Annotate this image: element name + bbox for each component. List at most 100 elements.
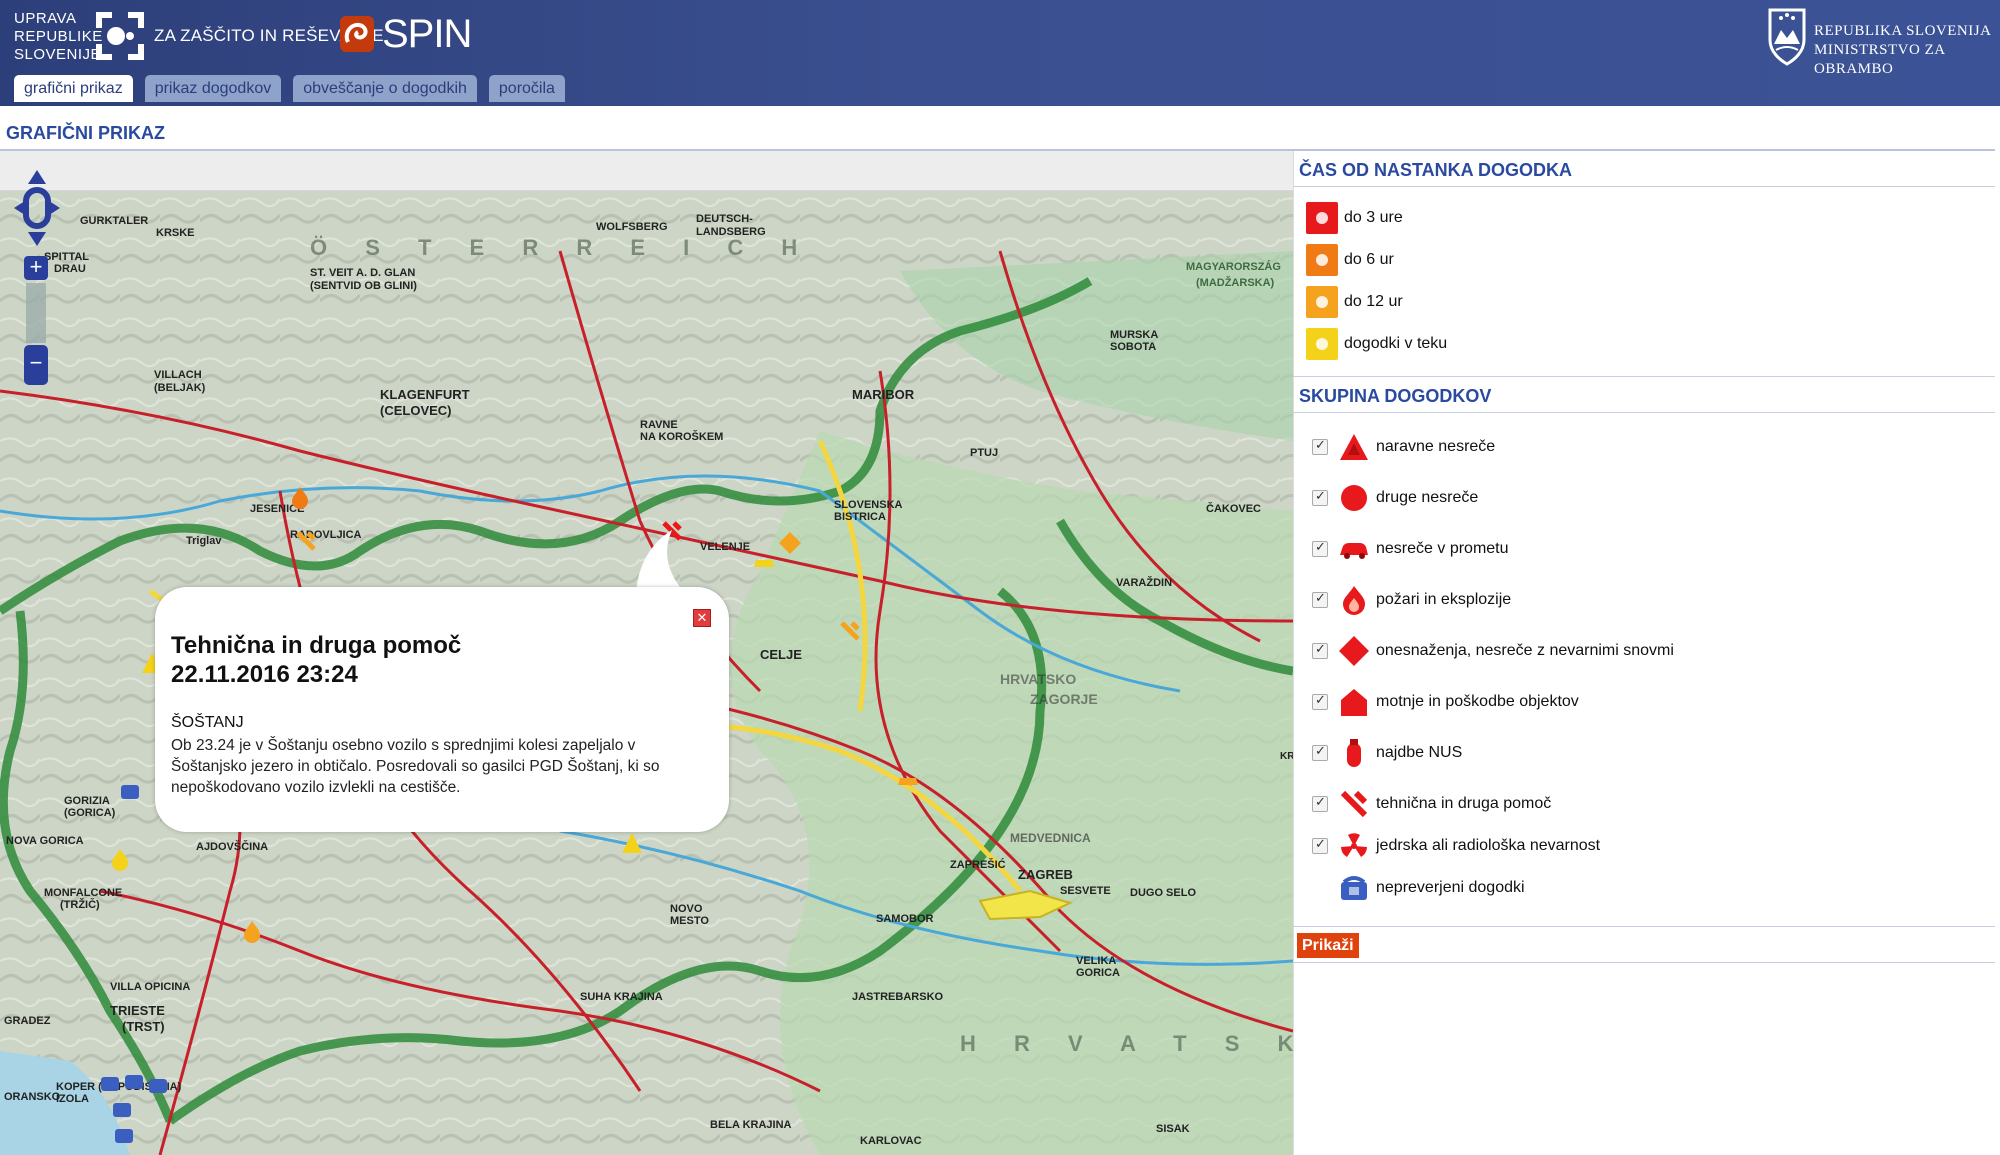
group-row-building: motnje in poškodbe objektov <box>1312 685 1579 719</box>
group-checkbox[interactable] <box>1312 437 1328 455</box>
map-label-deutsch: DEUTSCH- <box>696 213 753 225</box>
tab-events-list[interactable]: prikaz dogodkov <box>144 75 282 102</box>
map-label-sobota: SOBOTA <box>1110 341 1157 353</box>
group-checkbox[interactable] <box>1312 794 1328 812</box>
map-label-grado: GRADEZ <box>4 1015 51 1027</box>
natural-disaster-icon <box>1340 434 1368 460</box>
map-label-trst: (TRST) <box>122 1019 165 1034</box>
technical-aid-marker-icon[interactable] <box>838 619 862 643</box>
popup-tail <box>636 530 684 592</box>
map-label-samobor: SAMOBOR <box>876 913 934 925</box>
slovenia-coat-of-arms-icon <box>1768 8 1806 66</box>
time-legend-title: ČAS OD NASTANKA DOGODKA <box>1299 160 1572 180</box>
technical-aid-marker-icon[interactable] <box>294 529 318 553</box>
hazmat-marker-icon[interactable] <box>778 531 802 555</box>
traffic-accident-marker-icon[interactable] <box>896 769 920 793</box>
group-checkbox[interactable] <box>1312 692 1328 710</box>
map-label-gorica: (GORICA) <box>64 807 116 819</box>
map-label-klagenfurt: KLAGENFURT <box>380 387 470 402</box>
hazmat-icon <box>1339 636 1369 666</box>
time-legend-label: do 12 ur <box>1344 293 1403 310</box>
group-checkbox[interactable] <box>1312 743 1328 761</box>
group-label: najdbe NUS <box>1376 744 1463 761</box>
tab-graphic-view[interactable]: grafični prikaz <box>14 75 133 102</box>
agency-line-2: REPUBLIKE <box>14 28 103 45</box>
map-label-sisak: SISAK <box>1156 1123 1190 1135</box>
map-label-monfalcone: MONFALCONE <box>44 887 123 899</box>
time-legend-divider <box>1293 186 1995 187</box>
group-checkbox[interactable] <box>1312 590 1328 608</box>
app-name: SPIN <box>382 12 472 56</box>
group-checkbox[interactable] <box>1312 836 1328 854</box>
map-label-varazdin: VARAŽDIN <box>1116 577 1173 589</box>
group-row-technical: tehnična in druga pomoč <box>1312 787 1551 821</box>
zoom-out-button[interactable]: − <box>24 345 48 385</box>
tab-notifications[interactable]: obveščanje o dogodkih <box>293 75 477 102</box>
group-checkbox[interactable] <box>1312 488 1328 506</box>
group-label: nepreverjeni dogodki <box>1376 879 1525 896</box>
building-damage-icon <box>1341 689 1367 716</box>
ministry-line-2: MINISTRSTVO ZA OBRAMBO <box>1814 42 1945 77</box>
map-label-izola: IZOLA <box>56 1093 89 1105</box>
popup-place: ŠOŠTANJ <box>171 714 244 731</box>
map-label-zagorje: ZAGORJE <box>1030 691 1098 707</box>
show-button[interactable]: Prikaži <box>1297 933 1359 958</box>
fire-marker-icon[interactable] <box>240 919 264 943</box>
unverified-event-marker-icon[interactable] <box>122 1069 146 1093</box>
group-row-fire: požari in eksplozije <box>1312 583 1511 617</box>
group-label: druge nesreče <box>1376 489 1479 506</box>
map-label-bela-krajina: BELA KRAJINA <box>710 1119 792 1131</box>
map-label-celje: CELJE <box>760 647 802 662</box>
groups-top-divider <box>1293 376 1995 377</box>
agency-name: UPRAVA REPUBLIKE SLOVENIJE <box>14 10 103 64</box>
unverified-event-marker-icon[interactable] <box>146 1073 170 1097</box>
time-legend-item: do 6 ur <box>1306 244 1394 276</box>
time-legend-item: dogodki v teku <box>1306 328 1447 360</box>
agency-logo-icon <box>96 12 144 60</box>
map-label-dugo-selo: DUGO SELO <box>1130 887 1197 899</box>
map-label-villach: VILLACH <box>154 369 202 381</box>
page-title: GRAFIČNI PRIKAZ <box>6 123 165 143</box>
group-row-unverified: nepreverjeni dogodki <box>1312 871 1525 905</box>
group-label: motnje in poškodbe objektov <box>1376 693 1579 710</box>
map-label-triglav: Triglav <box>186 535 222 547</box>
fire-marker-icon[interactable] <box>288 485 312 509</box>
group-label: požari in eksplozije <box>1376 591 1512 608</box>
fire-marker-icon[interactable] <box>108 847 132 871</box>
close-icon[interactable]: ✕ <box>693 609 711 627</box>
unverified-event-marker-icon[interactable] <box>110 1097 134 1121</box>
traffic-accident-marker-icon[interactable] <box>752 551 776 575</box>
map-label-ptuj: PTUJ <box>970 447 999 459</box>
map-label-trzic: (TRŽIČ) <box>60 899 100 911</box>
yellow-square-icon <box>1306 328 1338 360</box>
time-legend-label: do 6 ur <box>1344 251 1394 268</box>
panel-bottom-divider <box>1293 962 1995 963</box>
map-label-hrvatska: H R V A T S K A <box>960 1031 1293 1056</box>
group-checkbox[interactable] <box>1312 539 1328 557</box>
unverified-event-marker-icon[interactable] <box>118 779 142 803</box>
unverified-event-marker-icon[interactable] <box>98 1071 122 1095</box>
time-legend-item: do 12 ur <box>1306 286 1403 318</box>
group-row-radiation: jedrska ali radiološka nevarnost <box>1312 829 1600 863</box>
zoom-in-button[interactable]: + <box>24 256 48 280</box>
map-label-beljak: (BELJAK) <box>154 382 206 394</box>
traffic-accident-icon <box>1340 543 1368 559</box>
group-checkbox[interactable] <box>1312 641 1328 659</box>
unverified-phone-icon <box>1341 876 1367 900</box>
agency-line-1: UPRAVA <box>14 10 77 27</box>
map-label-velenje: VELENJE <box>700 541 751 553</box>
map-label-ajdovscina: AJDOVŠČINA <box>196 841 269 853</box>
group-label: tehnična in druga pomoč <box>1376 795 1552 812</box>
map-label-drau: DRAU <box>54 263 86 275</box>
map-pan-control[interactable] <box>12 168 62 248</box>
natural-disaster-marker-icon[interactable] <box>620 831 644 855</box>
groups-bottom-divider <box>1293 926 1995 927</box>
zoom-slider[interactable] <box>26 283 46 343</box>
groups-divider <box>1293 412 1995 413</box>
tab-reports[interactable]: poročila <box>488 75 565 102</box>
map-label-trieste: TRIESTE <box>110 1003 165 1018</box>
map-label-na-koroskem: NA KOROŠKEM <box>640 431 724 443</box>
unverified-event-marker-icon[interactable] <box>112 1123 136 1147</box>
map-label-slovenska: SLOVENSKA <box>834 499 903 511</box>
fire-icon <box>1343 586 1365 615</box>
